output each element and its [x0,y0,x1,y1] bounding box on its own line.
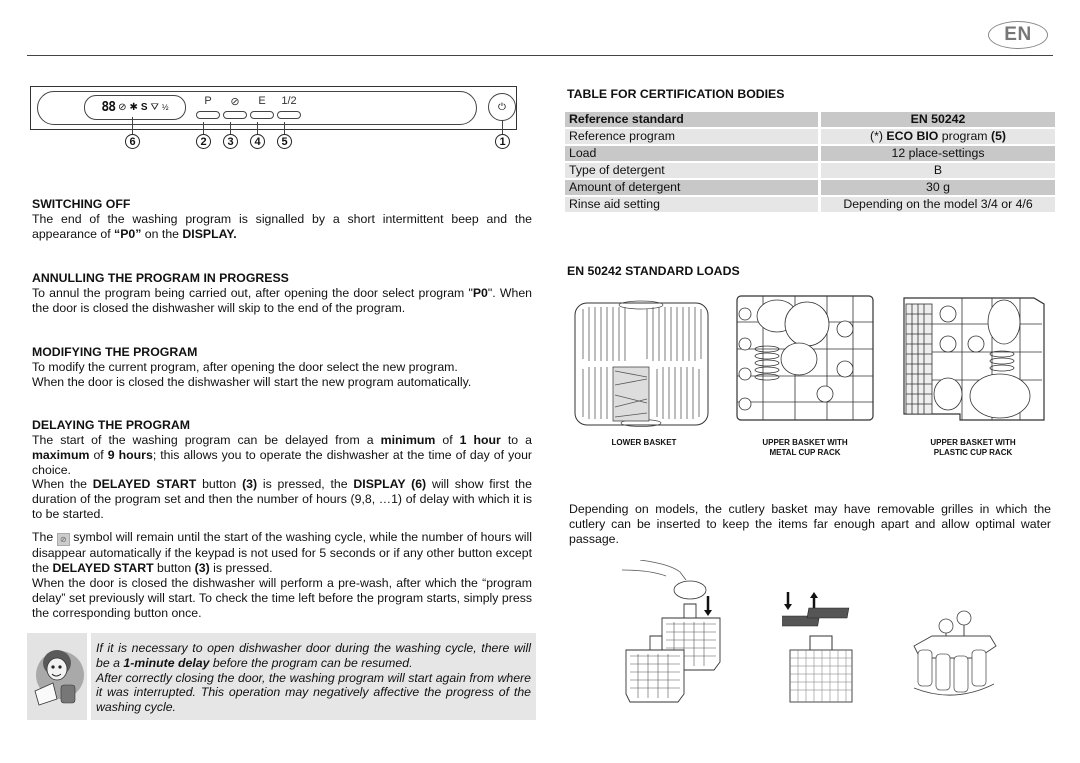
callout-2: 2 [196,134,211,149]
row-value: B [821,163,1055,178]
cutlery-basket-text: Depending on models, the cutlery basket … [569,502,1051,546]
leader-line [230,122,231,134]
delay-button-label: ⊘ [230,96,240,108]
callout-5: 5 [277,134,292,149]
switching-off-heading: SWITCHING OFF [32,197,131,211]
row-label: Reference program [565,129,821,144]
switching-off-text: The end of the washing program is signal… [32,212,532,241]
upper-basket-metal-diagram [736,295,874,421]
power-button[interactable]: ⏻ [486,89,516,127]
eco-button-label: E [258,95,266,107]
header-rule [27,55,1053,56]
salt-icon: ⛛ [150,102,159,113]
header-label: Reference standard [565,112,821,127]
table-row: Type of detergent B [565,163,1055,178]
row-value: Depending on the model 3/4 or 4/6 [821,197,1055,212]
cutlery-basket-split-illustration [621,560,721,703]
upper-basket-plastic-diagram [903,297,1045,421]
callout-6: 6 [125,134,140,149]
certification-table-title: TABLE FOR CERTIFICATION BODIES [567,87,785,101]
row-label: Load [565,146,821,161]
drying-sun-icon: ✱ [129,102,138,113]
half-load-button-label: 1/2 [281,95,297,107]
power-icon: ⏻ [498,101,506,113]
tip-callout: If it is necessary to open dishwasher do… [27,633,536,720]
cutlery-basket-grille-illustration [782,592,853,703]
glass-holder-illustration [913,610,997,696]
cartoon-character-image [27,633,87,720]
rinse-aid-icon: S [140,102,148,113]
delaying-para-1: The start of the washing program can be … [32,433,532,477]
leader-line [132,117,133,134]
segment-display: 88 [101,100,116,115]
tip-text: If it is necessary to open dishwasher do… [96,641,531,715]
delaying-para-3: The ⊘ symbol will remain until the start… [32,530,532,575]
modifying-text: To modify the current program, after ope… [32,360,472,389]
annulling-text: To annul the program being carried out, … [32,286,532,315]
half-load-indicator: ½ [161,103,169,112]
control-panel-diagram: 88 ⊘ ✱ S ⛛ ½ P ⊘ E 1/2 ⏻ [30,86,517,130]
row-label: Rinse aid setting [565,197,821,212]
delay-clock-icon: ⊘ [56,533,70,546]
delaying-para-2: When the DELAYED START button (3) is pre… [32,477,532,521]
delay-clock-icon: ⊘ [118,102,127,113]
leader-line [502,120,503,134]
delayed-start-button[interactable] [223,111,247,119]
upper-plastic-caption: UPPER BASKET WITH PLASTIC CUP RACK [930,438,1016,457]
half-load-button[interactable] [277,111,301,119]
delaying-heading: DELAYING THE PROGRAM [32,418,191,432]
table-row: Rinse aid setting Depending on the model… [565,197,1055,212]
leader-line [284,122,285,134]
table-row: Reference program (*) ECO BIO program (5… [565,129,1055,144]
standard-loads-title: EN 50242 STANDARD LOADS [567,264,740,278]
eco-button[interactable] [250,111,274,119]
leader-line [203,122,204,134]
panel-fascia: 88 ⊘ ✱ S ⛛ ½ P ⊘ E 1/2 [37,91,477,125]
lower-basket-caption: LOWER BASKET [611,438,677,447]
callout-3: 3 [223,134,238,149]
table-header-row: Reference standard EN 50242 [565,112,1055,127]
display-area: 88 ⊘ ✱ S ⛛ ½ [84,95,186,120]
language-badge: EN [988,21,1048,49]
row-label: Type of detergent [565,163,821,178]
certification-table: Reference standard EN 50242 Reference pr… [565,110,1055,214]
header-value: EN 50242 [821,112,1055,127]
callout-4: 4 [250,134,265,149]
upper-metal-caption: UPPER BASKET WITH METAL CUP RACK [762,438,848,457]
lower-basket-diagram [574,300,709,427]
delaying-para-4: When the door is closed the dishwasher w… [32,576,532,620]
row-value: 12 place-settings [821,146,1055,161]
annulling-heading: ANNULLING THE PROGRAM IN PROGRESS [32,271,289,285]
callout-1: 1 [495,134,510,149]
row-value: 30 g [821,180,1055,195]
tip-text-box: If it is necessary to open dishwasher do… [91,633,536,720]
modifying-heading: MODIFYING THE PROGRAM [32,345,198,359]
table-row: Load 12 place-settings [565,146,1055,161]
row-label: Amount of detergent [565,180,821,195]
leader-line [257,122,258,134]
row-value: (*) ECO BIO program (5) [821,129,1055,144]
program-button-label: P [204,95,212,107]
program-button[interactable] [196,111,220,119]
table-row: Amount of detergent 30 g [565,180,1055,195]
